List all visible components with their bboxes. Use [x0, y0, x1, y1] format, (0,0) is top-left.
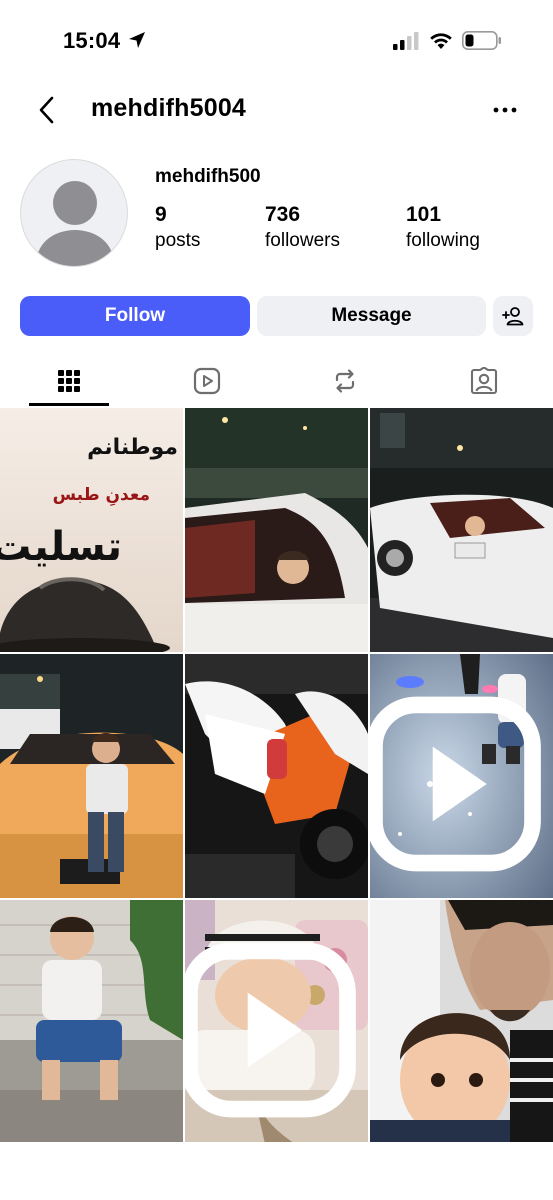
active-tab-indicator: [29, 403, 109, 406]
repost-icon: [335, 369, 355, 393]
followers-label: followers: [265, 230, 340, 251]
add-person-icon: [502, 307, 524, 326]
post-image: موطنانم معدنِ طبس تسلیت: [0, 408, 183, 652]
status-bar: 15:04: [0, 0, 553, 82]
tab-tagged[interactable]: [415, 356, 553, 406]
reel-badge-icon: [185, 942, 356, 1118]
posts-label: posts: [155, 230, 201, 251]
post-image: [185, 654, 368, 898]
post-thumbnail[interactable]: [185, 408, 368, 652]
post-thumbnail[interactable]: [370, 408, 553, 652]
more-horizontal-icon: [493, 107, 517, 113]
profile-header: mehdifh5004: [0, 82, 553, 138]
suggested-users-button[interactable]: [493, 296, 533, 336]
post-image: [370, 408, 553, 652]
post-text-line1: موطنانم: [87, 435, 178, 460]
battery-icon: [462, 31, 501, 50]
post-thumbnail[interactable]: [370, 654, 553, 898]
following-stat[interactable]: 101 following: [406, 202, 480, 254]
post-thumbnail[interactable]: [370, 900, 553, 1144]
post-thumbnail[interactable]: موطنانم معدنِ طبس تسلیت: [0, 408, 183, 652]
default-avatar-icon: [37, 181, 113, 266]
reel-badge-icon: [370, 696, 541, 872]
bottom-safe-area: [0, 1142, 553, 1200]
post-thumbnail[interactable]: [185, 900, 368, 1144]
wifi-icon: [430, 33, 452, 49]
post-image: [0, 654, 183, 898]
post-thumbnail[interactable]: [0, 900, 183, 1144]
post-image: [370, 900, 553, 1144]
post-thumbnail[interactable]: [0, 654, 183, 898]
followers-count: 736: [265, 203, 301, 226]
posts-count: 9: [155, 203, 167, 226]
following-count: 101: [406, 203, 442, 226]
location-arrow-icon: [129, 32, 145, 48]
tab-reels[interactable]: [138, 356, 276, 406]
following-label: following: [406, 230, 480, 251]
status-time: 15:04: [63, 28, 121, 53]
tab-posts-grid[interactable]: [0, 356, 138, 406]
header-username: mehdifh5004: [91, 94, 247, 122]
cellular-signal-icon: [393, 32, 419, 50]
reels-icon: [193, 367, 221, 395]
post-text-line2: معدنِ طبس: [53, 485, 150, 507]
message-button[interactable]: Message: [257, 296, 486, 336]
tab-reposts[interactable]: [276, 356, 414, 406]
follow-button[interactable]: Follow: [20, 296, 250, 336]
followers-stat[interactable]: 736 followers: [265, 202, 340, 254]
posts-stat: 9 posts: [155, 202, 200, 254]
post-thumbnail[interactable]: [185, 654, 368, 898]
post-image: [185, 408, 368, 652]
profile-tabs: [0, 356, 553, 408]
post-text-line3: تسلیت: [0, 524, 122, 570]
grid-icon: [58, 370, 80, 392]
avatar[interactable]: [20, 159, 128, 267]
back-button[interactable]: [30, 92, 64, 128]
profile-display-name: mehdifh500: [155, 166, 261, 187]
more-options-button[interactable]: [488, 96, 522, 124]
post-image: [0, 900, 183, 1144]
chevron-left-icon: [39, 96, 54, 124]
tagged-person-icon: [470, 367, 498, 395]
